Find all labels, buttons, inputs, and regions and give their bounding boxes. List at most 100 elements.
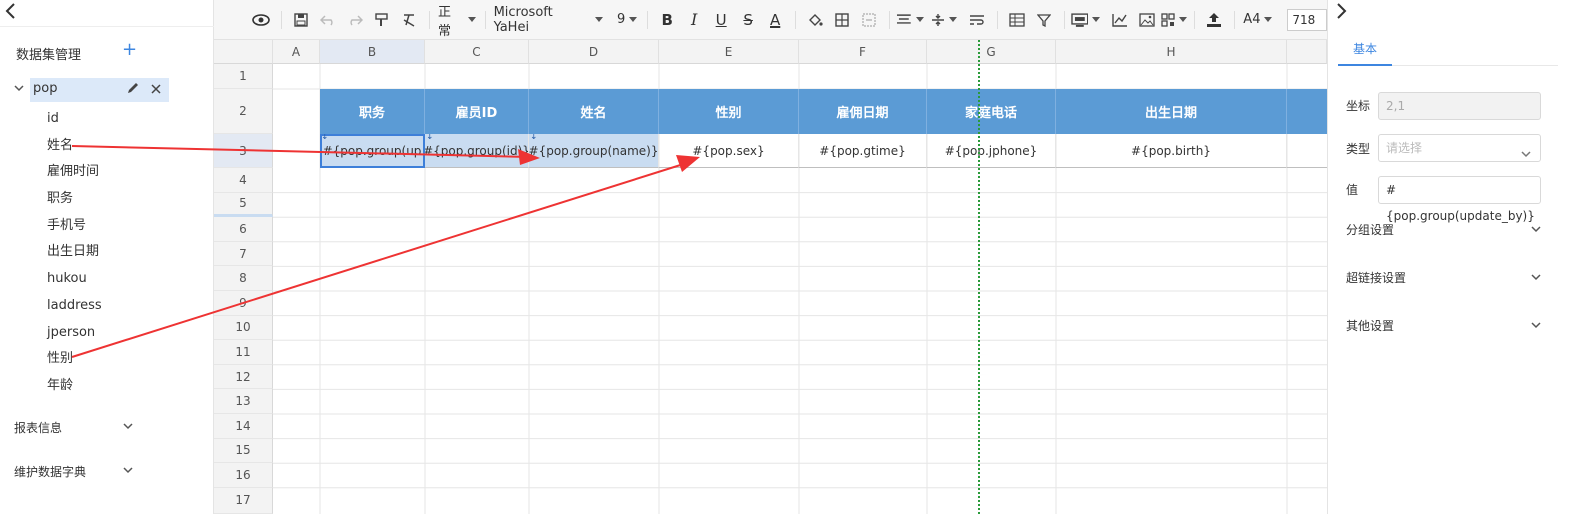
data-cell-extra[interactable] [1287,134,1327,168]
font-family-select[interactable]: Microsoft YaHei [492,5,606,35]
hyperlink-settings-section[interactable]: 超链接设置 [1346,269,1542,286]
row-header-5[interactable]: 5 [214,192,273,218]
column-header-g[interactable]: G [927,40,1056,64]
header-cell-hire-date[interactable]: 雇佣日期 [799,89,927,134]
row-header-10[interactable]: 10 [214,315,273,341]
value-input[interactable]: #{pop.group(update_by)} [1378,176,1541,223]
chart-icon[interactable] [1107,7,1133,33]
row-header-7[interactable]: 7 [214,241,273,267]
field-item-jperson[interactable]: jperson [47,322,102,349]
column-header-d[interactable]: D [529,40,659,64]
header-cell-birth-date[interactable]: 出生日期 [1056,89,1287,134]
preview-eye-icon[interactable] [248,7,274,33]
type-select[interactable]: 请选择 [1378,134,1541,162]
save-icon[interactable] [288,7,314,33]
zoom-input[interactable]: 718 [1287,8,1327,31]
underline-button[interactable]: U [708,7,734,33]
data-cell-sex[interactable]: #{pop.sex} [659,134,799,168]
align-vertical-icon[interactable] [931,7,957,33]
upload-icon[interactable] [1201,7,1227,33]
data-dictionary-section[interactable]: 维护数据字典 [14,463,136,480]
field-item-id[interactable]: id [47,108,102,135]
edit-icon[interactable] [126,81,140,103]
data-cell-name[interactable]: ↓ #{pop.group(name)} [529,134,659,168]
row-header-17[interactable]: 17 [214,487,273,514]
column-header-f[interactable]: F [799,40,927,64]
collapse-left-panel-icon[interactable] [4,2,24,24]
header-cell-extra[interactable] [1287,89,1327,134]
column-header-h[interactable]: H [1056,40,1287,64]
expand-down-marker: ↓ [321,134,329,142]
image-icon[interactable] [1134,7,1160,33]
data-cell-employee-id[interactable]: ↓ #{pop.group(id)} [425,134,529,168]
data-cell-home-phone[interactable]: #{pop.jphone} [927,134,1056,168]
other-settings-section[interactable]: 其他设置 [1346,317,1542,334]
strikethrough-button[interactable]: S [735,7,761,33]
header-cell-employee-id[interactable]: 雇员ID [425,89,529,134]
filter-icon[interactable] [1031,7,1057,33]
row-header-9[interactable]: 9 [214,291,273,316]
dataset-node-pop[interactable]: pop [30,78,169,102]
tab-basic[interactable]: 基本 [1338,30,1392,66]
data-cell-hire-date[interactable]: #{pop.gtime} [799,134,927,168]
data-cell-birth-date[interactable]: #{pop.birth} [1056,134,1287,168]
field-item-hire-time[interactable]: 雇佣时间 [47,161,102,188]
expand-dataset-icon[interactable] [13,80,27,98]
print-settings-icon[interactable] [1071,7,1101,33]
column-header-c[interactable]: C [425,40,529,64]
header-cell-sex[interactable]: 性别 [659,89,799,134]
column-header-a[interactable]: A [273,40,320,64]
field-item-laddress[interactable]: laddress [47,295,102,322]
header-cell-job[interactable]: 职务 [320,89,425,134]
border-icon[interactable] [829,7,855,33]
column-header-e[interactable]: E [659,40,799,64]
paper-size-select[interactable]: A4 [1241,7,1274,33]
clear-format-icon[interactable] [396,7,422,33]
add-dataset-button[interactable]: + [122,40,137,60]
row-header-4[interactable]: 4 [214,168,273,193]
undo-icon[interactable] [315,7,341,33]
field-item-sex[interactable]: 性别 [47,348,102,375]
merge-cells-icon[interactable] [856,7,882,33]
header-cell-name[interactable]: 姓名 [529,89,659,134]
font-size-select[interactable]: 9 [614,7,640,33]
group-settings-section[interactable]: 分组设置 [1346,221,1542,238]
field-item-birth[interactable]: 出生日期 [47,241,102,268]
spreadsheet-grid[interactable]: A B C D E F G H 1 2 3 4 5 6 7 8 9 10 11 … [214,40,1327,514]
row-header-13[interactable]: 13 [214,389,273,414]
bold-button[interactable]: B [654,7,680,33]
collapse-right-panel-icon[interactable] [1334,2,1348,24]
row-header-11[interactable]: 11 [214,340,273,365]
align-horizontal-icon[interactable] [896,7,924,33]
table-icon[interactable] [1004,7,1030,33]
format-painter-icon[interactable] [369,7,395,33]
close-icon[interactable] [150,81,162,103]
report-info-section[interactable]: 报表信息 [14,419,136,436]
column-header-extra[interactable] [1287,40,1327,64]
column-header-b[interactable]: B [320,40,425,64]
grid-corner[interactable] [214,40,273,64]
field-item-phone[interactable]: 手机号 [47,215,102,242]
row-header-15[interactable]: 15 [214,438,273,464]
row-header-1[interactable]: 1 [214,64,273,89]
row-header-8[interactable]: 8 [214,266,273,291]
row-header-16[interactable]: 16 [214,463,273,488]
style-select[interactable]: 正常 [436,5,478,39]
wrap-text-icon[interactable] [964,7,990,33]
row-header-2[interactable]: 2 [214,89,273,134]
qrcode-icon[interactable] [1161,7,1188,33]
field-item-hukou[interactable]: hukou [47,268,102,295]
header-cell-home-phone[interactable]: 家庭电话 [927,89,1056,134]
font-color-button[interactable]: A [762,7,788,33]
row-header-3[interactable]: 3 [214,134,273,168]
fill-color-icon[interactable] [802,7,828,33]
data-cell-job[interactable]: ↓ #{pop.group(up [320,134,425,168]
row-header-14[interactable]: 14 [214,414,273,439]
field-item-age[interactable]: 年龄 [47,375,102,402]
italic-button[interactable]: I [681,7,707,33]
redo-icon[interactable] [342,7,368,33]
row-header-6[interactable]: 6 [214,217,273,242]
field-item-job[interactable]: 职务 [47,188,102,215]
row-header-12[interactable]: 12 [214,364,273,390]
field-item-name[interactable]: 姓名 [47,135,102,162]
